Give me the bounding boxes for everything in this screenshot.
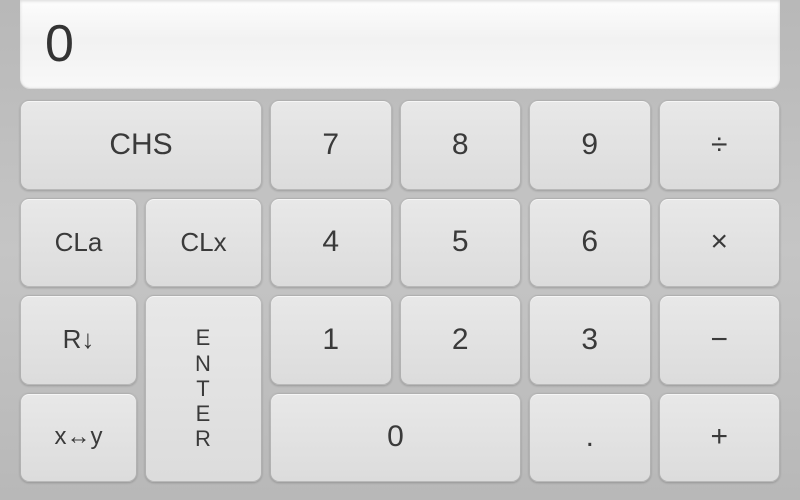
enter-label-2: N [195, 351, 212, 376]
one-label: 1 [322, 323, 339, 357]
five-label: 5 [452, 225, 469, 259]
add-button[interactable]: + [659, 393, 781, 483]
divide-label: ÷ [711, 128, 727, 162]
nine-label: 9 [581, 128, 598, 162]
keypad: CHS 7 8 9 ÷ CLa CLx 4 5 6 × R↓ E N T E R… [20, 100, 780, 482]
five-button[interactable]: 5 [400, 198, 522, 288]
seven-label: 7 [322, 128, 339, 162]
nine-button[interactable]: 9 [529, 100, 651, 190]
subtract-label: − [710, 323, 728, 357]
eight-button[interactable]: 8 [400, 100, 522, 190]
enter-button[interactable]: E N T E R [145, 295, 262, 482]
four-button[interactable]: 4 [270, 198, 392, 288]
one-button[interactable]: 1 [270, 295, 392, 385]
enter-label-1: E [196, 325, 212, 350]
add-label: + [710, 420, 728, 454]
display-value: 0 [45, 14, 74, 74]
clx-label: CLx [180, 227, 226, 258]
enter-label-4: E [196, 401, 212, 426]
decimal-label: . [586, 420, 594, 454]
multiply-label: × [710, 225, 728, 259]
cla-label: CLa [55, 227, 103, 258]
rolldown-button[interactable]: R↓ [20, 295, 137, 385]
swap-xy-label: x↔y [55, 423, 103, 451]
two-label: 2 [452, 323, 469, 357]
calculator: 0 CHS 7 8 9 ÷ CLa CLx 4 5 6 × R↓ E N T E… [0, 0, 800, 500]
chs-button[interactable]: CHS [20, 100, 262, 190]
swap-xy-button[interactable]: x↔y [20, 393, 137, 483]
three-label: 3 [581, 323, 598, 357]
seven-button[interactable]: 7 [270, 100, 392, 190]
six-button[interactable]: 6 [529, 198, 651, 288]
enter-label-5: R [195, 426, 212, 451]
three-button[interactable]: 3 [529, 295, 651, 385]
cla-button[interactable]: CLa [20, 198, 137, 288]
six-label: 6 [581, 225, 598, 259]
divide-button[interactable]: ÷ [659, 100, 781, 190]
chs-label: CHS [109, 128, 172, 162]
eight-label: 8 [452, 128, 469, 162]
four-label: 4 [322, 225, 339, 259]
two-button[interactable]: 2 [400, 295, 522, 385]
decimal-button[interactable]: . [529, 393, 651, 483]
zero-label: 0 [387, 420, 404, 454]
clx-button[interactable]: CLx [145, 198, 262, 288]
multiply-button[interactable]: × [659, 198, 781, 288]
zero-button[interactable]: 0 [270, 393, 521, 483]
rolldown-label: R↓ [63, 324, 95, 355]
subtract-button[interactable]: − [659, 295, 781, 385]
display: 0 [20, 0, 780, 88]
enter-label-3: T [196, 376, 210, 401]
